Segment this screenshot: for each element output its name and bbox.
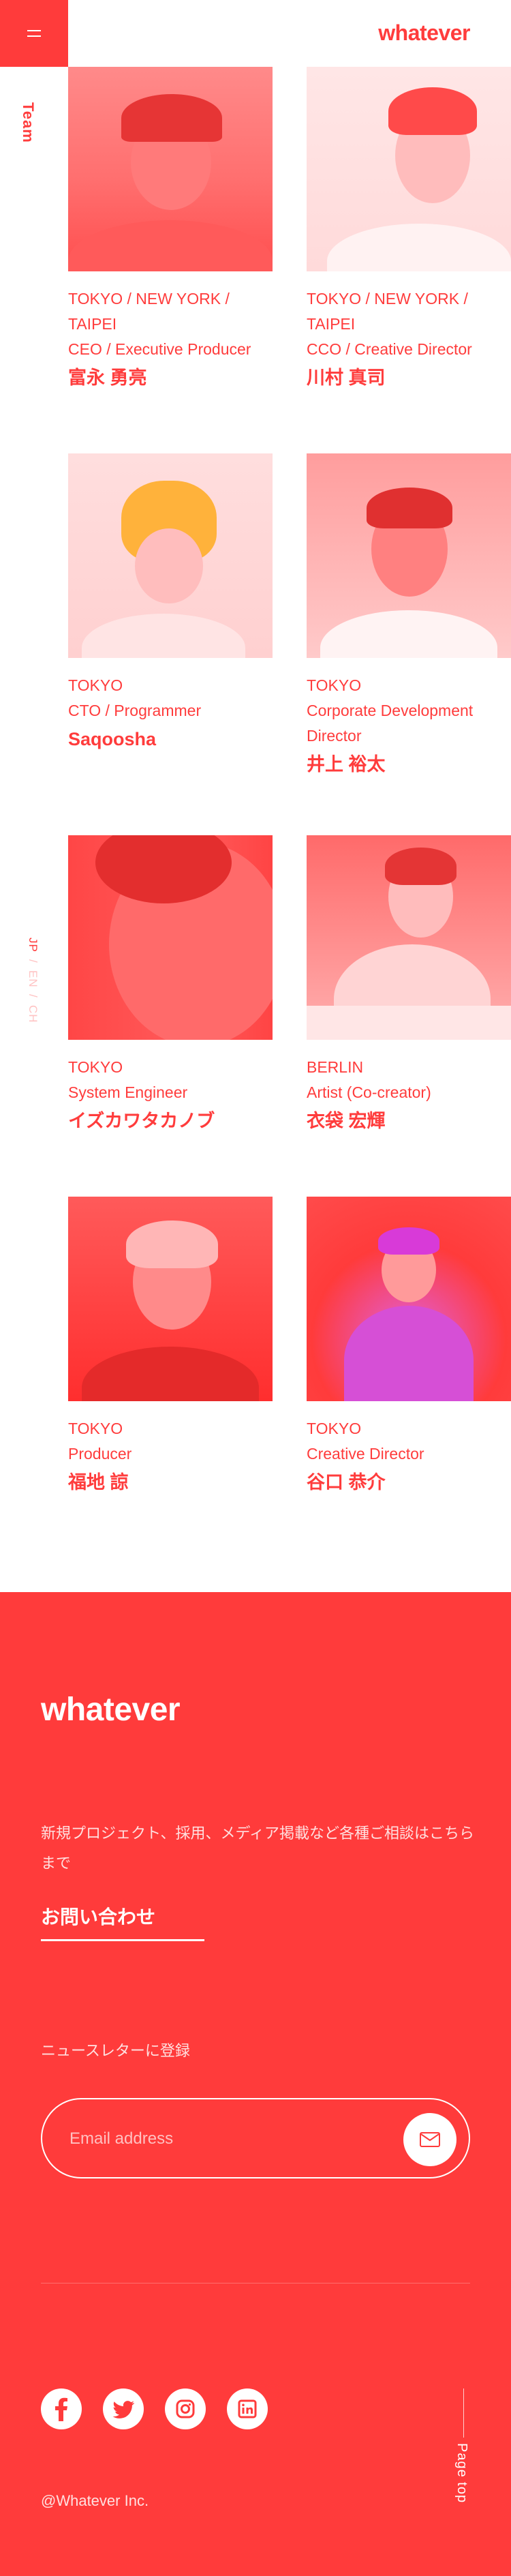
newsletter-form (41, 2098, 470, 2178)
member-location: TOKYO (307, 1420, 362, 1437)
team-member-card[interactable]: TOKYO Producer 福地 諒 (68, 1197, 273, 1497)
member-location: TOKYO / NEW YORK / TAIPEI (68, 290, 230, 333)
member-photo (307, 835, 511, 1040)
twitter-icon[interactable] (103, 2388, 144, 2429)
linkedin-icon[interactable] (227, 2388, 268, 2429)
social-links (41, 2388, 268, 2429)
instagram-icon[interactable] (165, 2388, 206, 2429)
member-location: TOKYO (68, 1058, 123, 1076)
member-name: 井上 裕太 (307, 754, 386, 775)
lang-ch[interactable]: CH (26, 1005, 40, 1023)
lang-separator: / (27, 994, 40, 998)
team-member-card[interactable]: TOKYO / NEW YORK / TAIPEI CEO / Executiv… (68, 67, 273, 392)
lang-en[interactable]: EN (26, 970, 40, 988)
language-switcher: JP / EN / CH (26, 938, 40, 1023)
newsletter-submit-button[interactable] (403, 2113, 456, 2166)
member-name: 谷口 恭介 (307, 1472, 386, 1493)
member-role: System Engineer (68, 1083, 188, 1101)
page-top-link[interactable]: Page top (454, 2443, 469, 2503)
member-role: CEO / Executive Producer (68, 340, 251, 358)
member-photo (68, 835, 273, 1040)
page-top-line (463, 2388, 464, 2438)
hamburger-icon (27, 29, 41, 38)
member-name: 川村 真司 (307, 368, 386, 388)
team-member-card[interactable]: TOKYO Corporate Development Director 井上 … (307, 453, 511, 779)
footer-description: 新規プロジェクト、採用、メディア掲載など各種ご相談はこちらまで (41, 1825, 475, 1872)
footer-logo[interactable]: whatever (41, 1691, 181, 1728)
team-member-card[interactable]: BERLIN Artist (Co-creator) 衣袋 宏輝 (307, 835, 511, 1135)
member-photo (307, 1197, 511, 1401)
member-role: Producer (68, 1445, 132, 1463)
member-photo (68, 67, 273, 271)
email-input[interactable] (69, 2124, 362, 2154)
member-name: イズカワタカノブ (68, 1111, 215, 1131)
member-photo (307, 453, 511, 658)
member-name: Saqoosha (68, 729, 157, 749)
member-photo (68, 1197, 273, 1401)
menu-button[interactable] (0, 0, 68, 67)
lang-separator: / (27, 959, 40, 963)
team-member-card[interactable]: TOKYO Creative Director 谷口 恭介 (307, 1197, 511, 1497)
member-role: CTO / Programmer (68, 702, 202, 719)
contact-link[interactable]: お問い合わせ (41, 1902, 204, 1941)
envelope-icon (420, 2132, 440, 2147)
facebook-icon[interactable] (41, 2388, 82, 2429)
logo[interactable]: whatever (378, 20, 470, 46)
team-member-card[interactable]: TOKYO / NEW YORK / TAIPEI CCO / Creative… (307, 67, 511, 392)
lang-jp[interactable]: JP (26, 938, 40, 953)
member-role: CCO / Creative Director (307, 340, 472, 358)
member-location: BERLIN (307, 1058, 364, 1076)
footer: whatever 新規プロジェクト、採用、メディア掲載など各種ご相談はこちらまで… (0, 1592, 511, 2576)
member-role: Artist (Co-creator) (307, 1083, 431, 1101)
team-member-card[interactable]: TOKYO System Engineer イズカワタカノブ (68, 835, 273, 1135)
member-role: Creative Director (307, 1445, 424, 1463)
member-name: 衣袋 宏輝 (307, 1111, 386, 1131)
member-photo (307, 67, 511, 271)
member-location: TOKYO (68, 676, 123, 694)
team-member-card[interactable]: TOKYO CTO / Programmer Saqoosha (68, 453, 273, 753)
member-location: TOKYO / NEW YORK / TAIPEI (307, 290, 468, 333)
section-label: Team (20, 102, 37, 143)
copyright: @Whatever Inc. (41, 2492, 149, 2509)
member-name: 福地 諒 (68, 1472, 129, 1493)
member-location: TOKYO (307, 676, 362, 694)
newsletter-label: ニュースレターに登録 (41, 2042, 190, 2059)
member-role: Corporate Development Director (307, 702, 474, 745)
member-location: TOKYO (68, 1420, 123, 1437)
member-photo (68, 453, 273, 658)
member-name: 富永 勇亮 (68, 368, 147, 388)
